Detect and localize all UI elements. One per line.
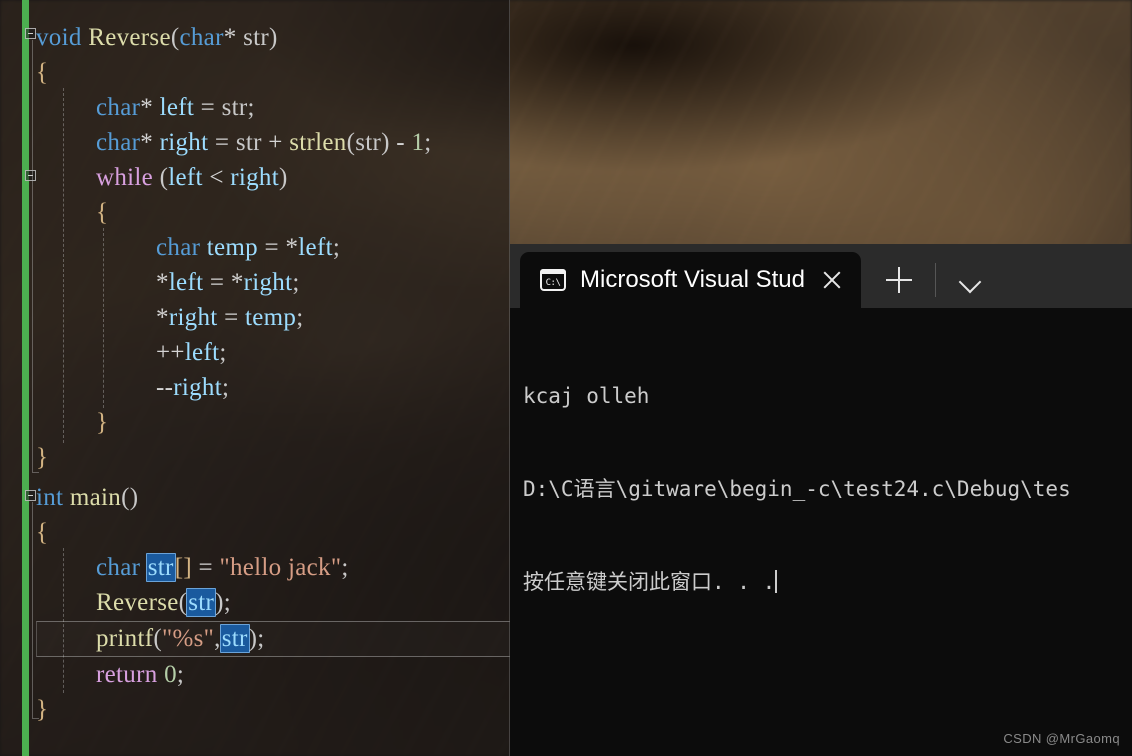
code-line-14[interactable]: int main() <box>36 480 138 515</box>
console-output[interactable]: kcaj olleh D:\C语言\gitware\begin_-c\test2… <box>510 308 1132 756</box>
console-line-2: 按任意键关闭此窗口. . . <box>523 567 1132 598</box>
text-cursor <box>775 570 778 593</box>
close-icon[interactable] <box>819 267 845 293</box>
selected-symbol-occurrence: str <box>186 588 217 617</box>
screen-root: void Reverse(char* str) { char* left = s… <box>0 0 1132 756</box>
code-line-12[interactable]: } <box>96 405 108 440</box>
code-line-9[interactable]: *right = temp; <box>156 300 303 335</box>
selected-symbol-occurrence: str <box>219 624 250 653</box>
code-line-1[interactable]: void Reverse(char* str) <box>36 20 278 55</box>
console-line-2-text: 按任意键关闭此窗口. . . <box>523 570 776 594</box>
csdn-watermark: CSDN @MrGaomq <box>1003 731 1120 746</box>
code-line-4[interactable]: char* right = str + strlen(str) - 1; <box>96 125 432 160</box>
command-prompt-icon: C:\ <box>540 269 566 291</box>
terminal-tab[interactable]: C:\ Microsoft Visual Stud <box>520 252 861 308</box>
code-line-13[interactable]: } <box>36 440 48 475</box>
plus-icon[interactable] <box>877 258 921 302</box>
code-line-19[interactable]: return 0; <box>96 657 184 692</box>
console-line-0: kcaj olleh <box>523 384 650 408</box>
command-prompt-icon-label: C:\ <box>545 277 561 288</box>
selected-symbol-occurrence: str <box>145 553 176 582</box>
chevron-down-icon[interactable] <box>950 260 990 300</box>
code-line-11[interactable]: --right; <box>156 370 229 405</box>
code-line-20[interactable]: } <box>36 692 48 727</box>
code-line-6[interactable]: { <box>96 195 108 230</box>
tabbar-divider <box>935 263 936 297</box>
code-editor-pane[interactable]: void Reverse(char* str) { char* left = s… <box>0 0 510 756</box>
code-text[interactable]: void Reverse(char* str) { char* left = s… <box>0 0 510 756</box>
console-window[interactable]: C:\ Microsoft Visual Stud kcaj olleh D:\… <box>510 244 1132 756</box>
code-line-5[interactable]: while (left < right) <box>96 160 288 195</box>
code-line-10[interactable]: ++left; <box>156 335 227 370</box>
code-line-8[interactable]: *left = *right; <box>156 265 300 300</box>
code-line-7[interactable]: char temp = *left; <box>156 230 340 265</box>
terminal-tab-title: Microsoft Visual Stud <box>580 266 805 293</box>
code-line-18[interactable]: printf("%s",str); <box>96 621 265 656</box>
code-line-16[interactable]: char str[] = "hello jack"; <box>96 550 349 585</box>
code-line-17[interactable]: Reverse(str); <box>96 585 231 620</box>
code-line-2[interactable]: { <box>36 55 48 90</box>
console-titlebar[interactable]: C:\ Microsoft Visual Stud <box>510 244 1132 308</box>
code-line-15[interactable]: { <box>36 515 48 550</box>
console-line-1: D:\C语言\gitware\begin_-c\test24.c\Debug\t… <box>523 477 1071 501</box>
terminal-tabbar-actions[interactable] <box>861 252 998 308</box>
code-line-3[interactable]: char* left = str; <box>96 90 255 125</box>
